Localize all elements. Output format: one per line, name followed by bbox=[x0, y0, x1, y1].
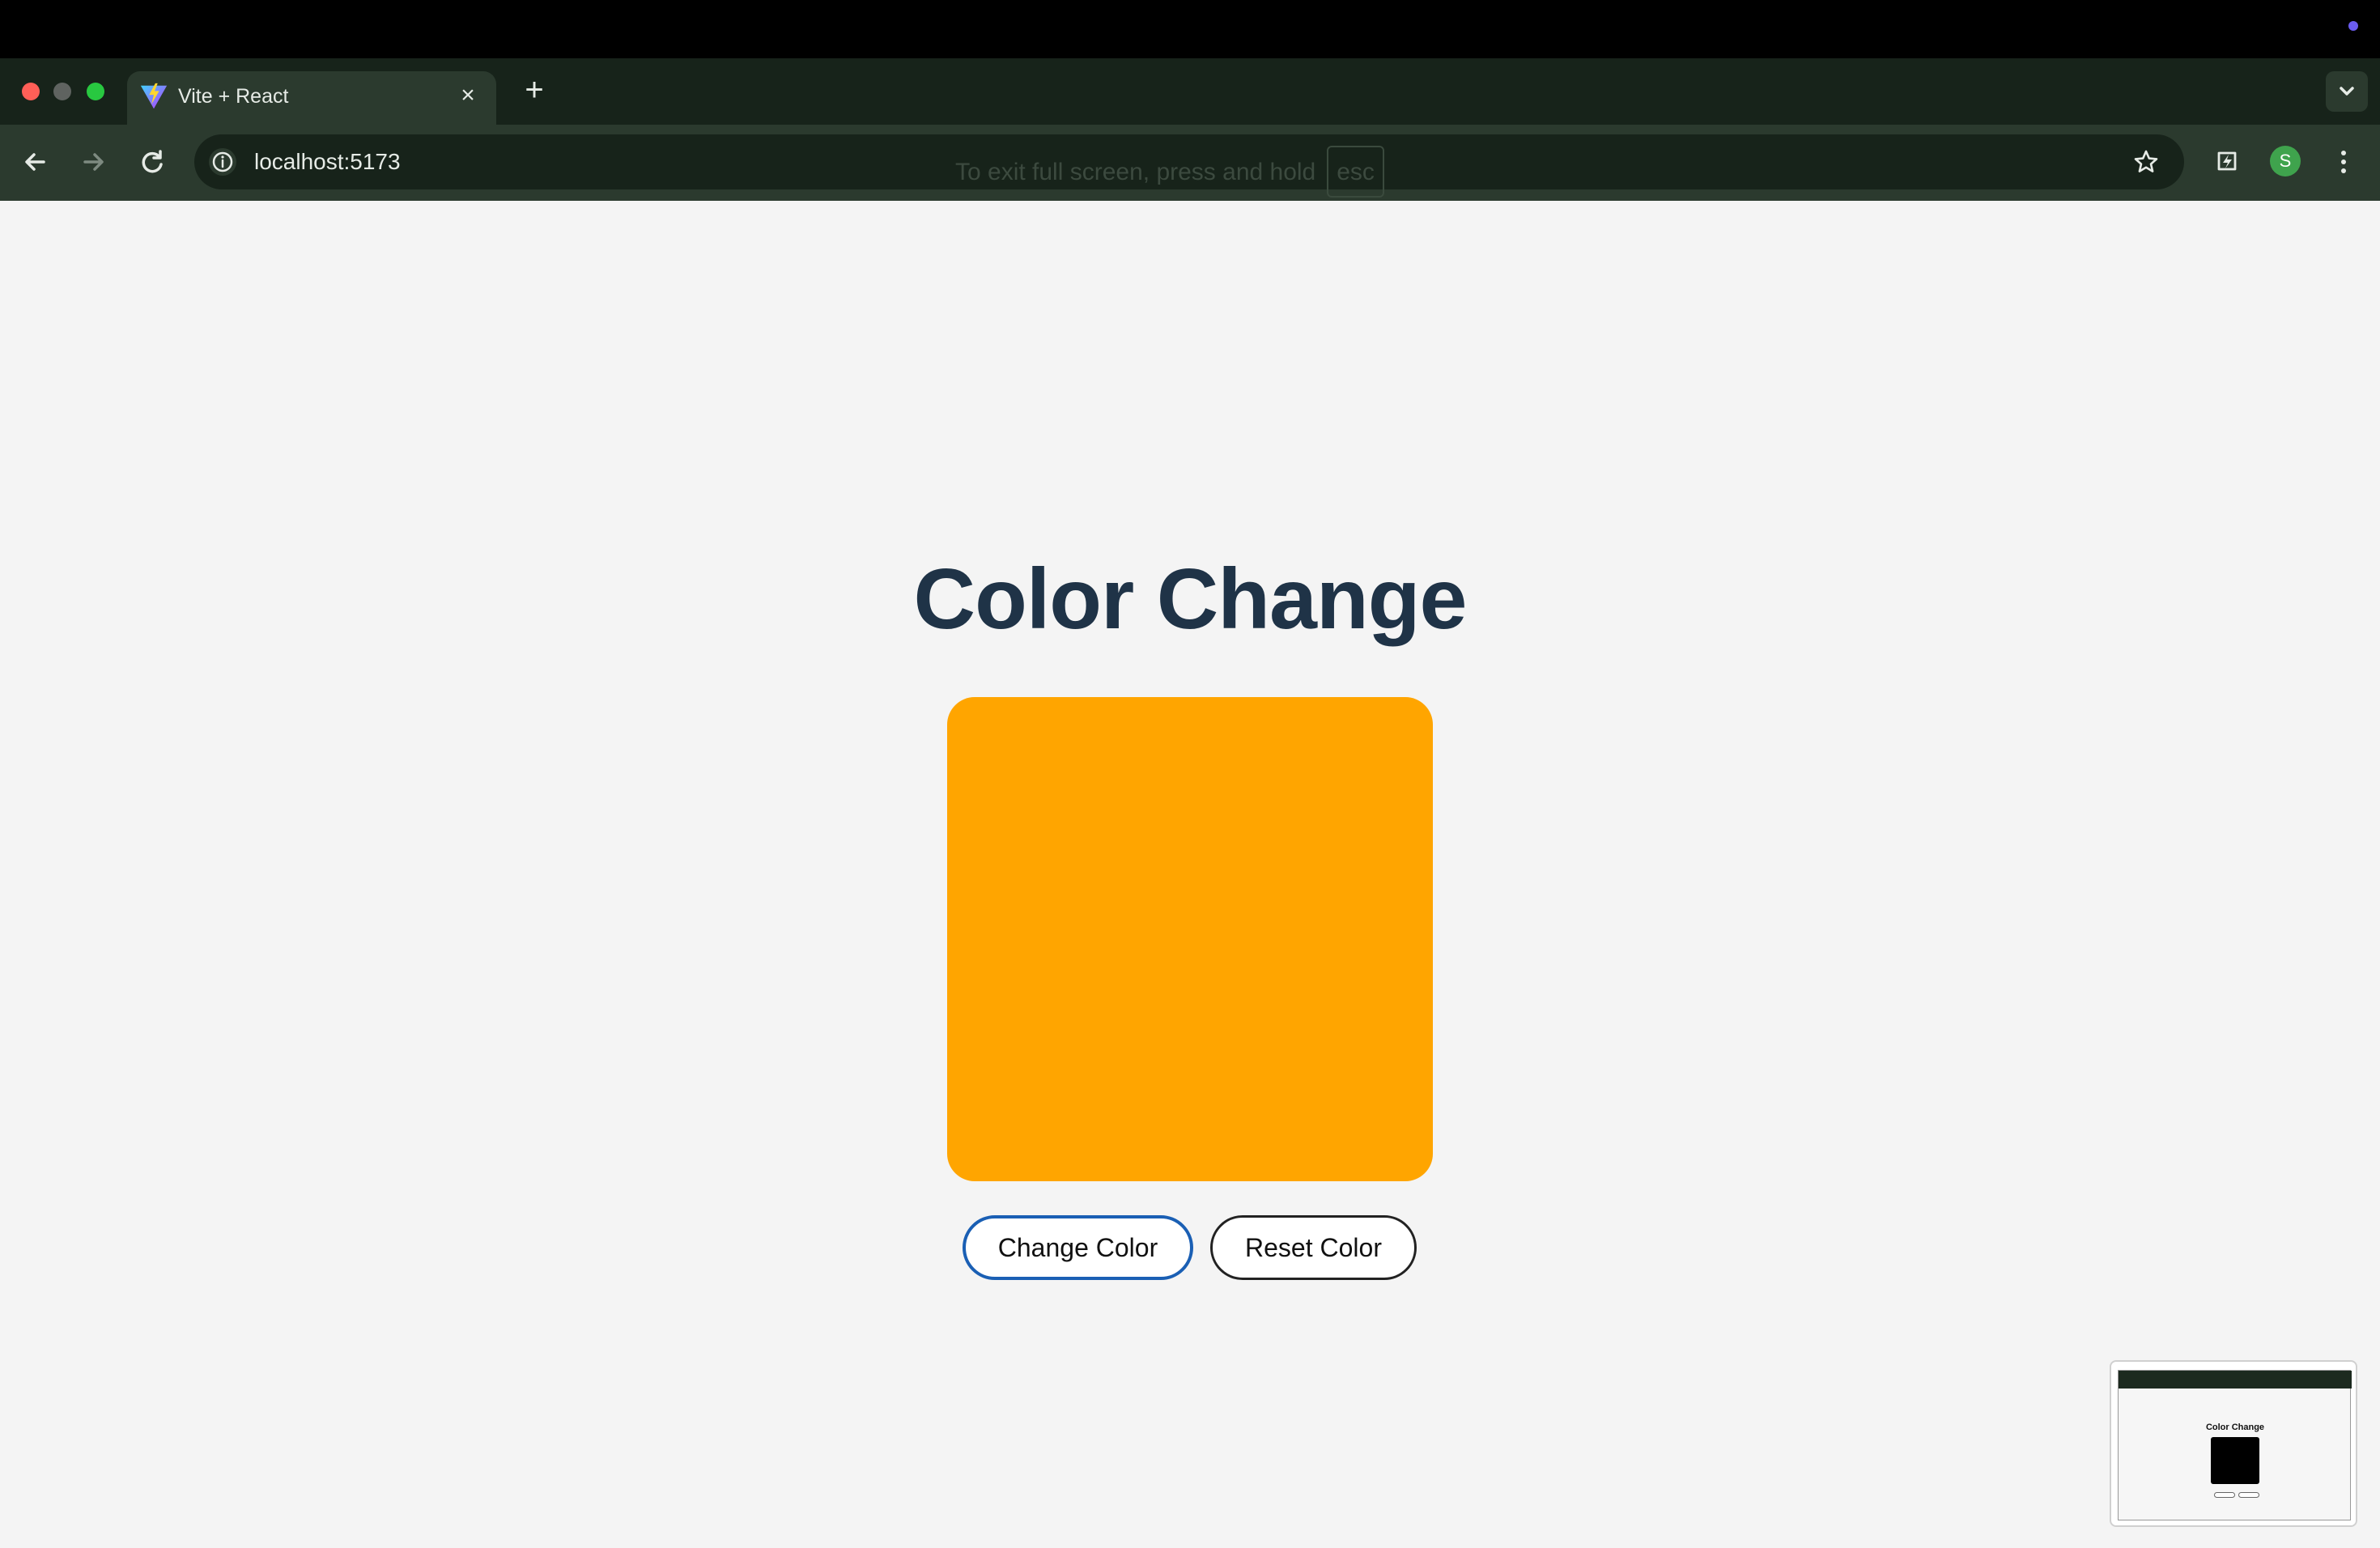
thumbnail-change-button bbox=[2214, 1492, 2235, 1498]
site-info-button[interactable] bbox=[209, 148, 236, 176]
minimize-window-button[interactable] bbox=[53, 83, 71, 100]
page-title: Color Change bbox=[913, 551, 1468, 647]
tab-search-button[interactable] bbox=[2326, 71, 2368, 112]
status-dot-icon bbox=[2348, 21, 2358, 31]
forward-arrow-icon[interactable] bbox=[75, 144, 111, 180]
color-box bbox=[947, 697, 1433, 1181]
chevron-down-icon bbox=[2340, 87, 2354, 96]
thumbnail-color-box bbox=[2211, 1437, 2259, 1484]
fullscreen-hint-text: To exit full screen, press and hold bbox=[955, 159, 1316, 185]
screenshot-thumbnail[interactable]: Color Change bbox=[2110, 1360, 2357, 1527]
thumbnail-reset-button bbox=[2238, 1492, 2259, 1498]
profile-avatar[interactable]: S bbox=[2270, 146, 2301, 176]
close-window-button[interactable] bbox=[22, 83, 40, 100]
browser-tab[interactable]: Vite + React × bbox=[127, 71, 496, 125]
thumbnail-browser-bar bbox=[2119, 1371, 2352, 1389]
new-tab-button[interactable]: + bbox=[518, 74, 550, 107]
system-top-bar bbox=[0, 0, 2380, 58]
tab-title: Vite + React bbox=[178, 85, 289, 108]
info-icon bbox=[212, 151, 233, 172]
fullscreen-hint: To exit full screen, press and hold esc bbox=[955, 146, 1384, 198]
url-text[interactable]: localhost:5173 bbox=[254, 134, 401, 189]
screen: Vite + React × + localhost:5173 To exit … bbox=[0, 0, 2380, 1548]
bookmark-star-icon[interactable] bbox=[2132, 148, 2160, 176]
thumbnail-page: Color Change bbox=[2118, 1370, 2352, 1520]
thumbnail-title: Color Change bbox=[2205, 1423, 2265, 1432]
reset-color-button[interactable]: Reset Color bbox=[1210, 1215, 1417, 1280]
change-color-button[interactable]: Change Color bbox=[963, 1215, 1193, 1280]
vite-logo-icon bbox=[140, 83, 168, 109]
fullscreen-hint-key: esc bbox=[1327, 146, 1384, 198]
back-arrow-icon[interactable] bbox=[18, 144, 53, 180]
tab-close-icon[interactable]: × bbox=[456, 83, 480, 108]
reload-icon[interactable] bbox=[134, 144, 170, 180]
performance-extension-icon[interactable] bbox=[2212, 146, 2242, 176]
fullscreen-window-button[interactable] bbox=[87, 83, 104, 100]
more-vertical-icon[interactable] bbox=[2334, 146, 2353, 178]
